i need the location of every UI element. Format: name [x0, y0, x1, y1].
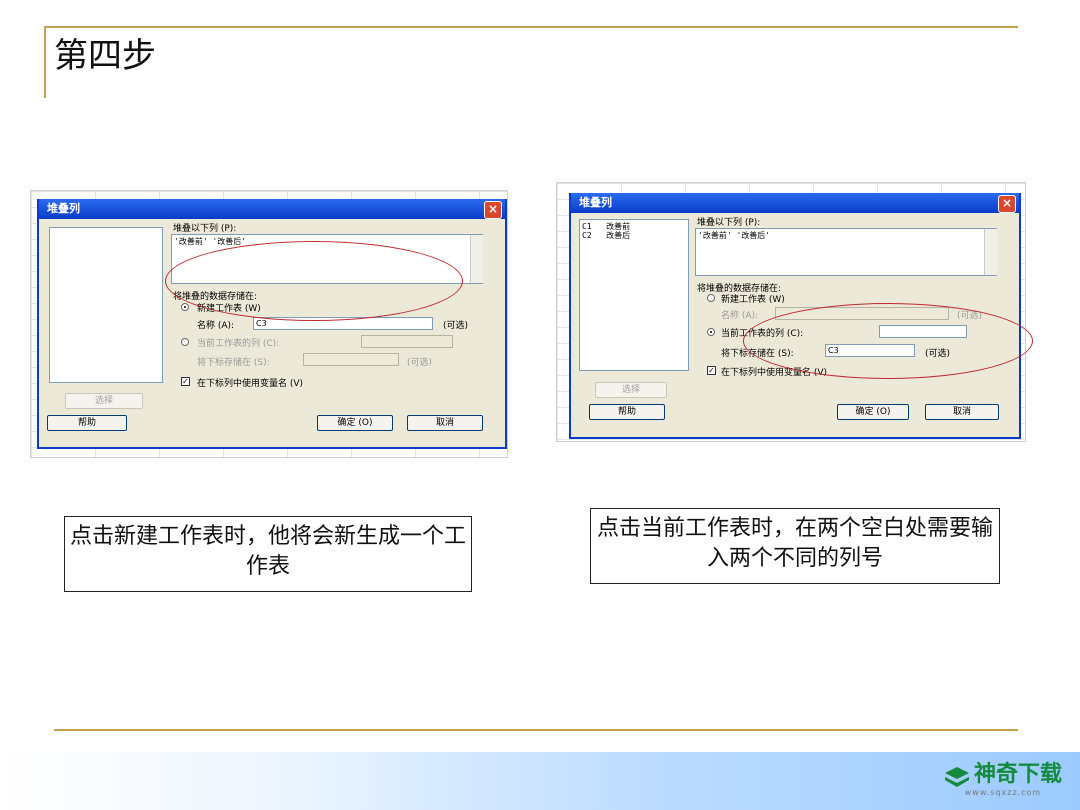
dialog-title: 堆叠列	[39, 199, 505, 219]
bottom-rule	[54, 729, 1018, 731]
close-icon[interactable]: ×	[484, 201, 502, 219]
stack-label: 堆叠以下列 (P):	[697, 218, 761, 228]
new-sheet-radio[interactable]	[707, 294, 715, 302]
optional-label-2: (可选)	[407, 358, 433, 368]
name-label: 名称 (A):	[721, 311, 759, 321]
list-item[interactable]: C2 改善后	[582, 231, 686, 240]
cancel-button[interactable]: 取消	[925, 404, 999, 420]
close-icon[interactable]: ×	[998, 195, 1016, 213]
left-caption: 点击新建工作表时，他将会新生成一个工作表	[64, 516, 472, 592]
new-sheet-radio[interactable]	[181, 303, 189, 311]
new-sheet-label: 新建工作表 (W)	[721, 295, 785, 305]
top-rule	[44, 26, 1018, 28]
stack-input[interactable]: '改善前' '改善后'	[695, 228, 997, 276]
logo-url: www.sqxzz.com	[964, 788, 1042, 797]
variable-list[interactable]: C1 改善前 C2 改善后	[579, 219, 689, 371]
current-sheet-radio[interactable]	[707, 328, 715, 336]
dialog-title: 堆叠列	[571, 193, 1019, 213]
select-button[interactable]: 选择	[65, 393, 143, 409]
name-label: 名称 (A):	[197, 321, 235, 331]
left-screenshot: 堆叠列 × 堆叠以下列 (P): '改善前' '改善后' 将堆叠的数据存储在: …	[30, 190, 508, 458]
use-var-names-checkbox[interactable]: ✓	[707, 366, 716, 375]
help-button[interactable]: 帮助	[589, 404, 665, 420]
footer-band: 神奇下载 www.sqxzz.com	[0, 752, 1080, 810]
ok-button[interactable]: 确定 (O)	[317, 415, 393, 431]
optional-label: (可选)	[443, 321, 469, 331]
logo-mark-icon	[944, 766, 969, 787]
stack-dialog: 堆叠列 × 堆叠以下列 (P): '改善前' '改善后' 将堆叠的数据存储在: …	[37, 199, 507, 449]
current-sheet-input[interactable]	[361, 335, 453, 348]
stack-value: '改善前' '改善后'	[174, 237, 247, 246]
stack-value: '改善前' '改善后'	[698, 231, 771, 240]
logo-text: 神奇下载	[973, 762, 1062, 787]
use-var-names-label: 在下标列中使用变量名 (V)	[197, 379, 304, 389]
highlight-ellipse	[165, 241, 463, 321]
highlight-ellipse	[743, 303, 1033, 379]
scrollbar[interactable]	[470, 235, 483, 283]
right-caption: 点击当前工作表时，在两个空白处需要输入两个不同的列号	[590, 508, 1000, 584]
slide-title: 第四步	[54, 36, 156, 76]
scrollbar[interactable]	[984, 229, 997, 275]
current-sheet-radio[interactable]	[181, 338, 189, 346]
subscript-label: 将下标存储在 (S):	[197, 358, 270, 368]
right-screenshot: 堆叠列 × C1 改善前 C2 改善后 堆叠以下列 (P): '改善前' '改善…	[556, 182, 1033, 442]
use-var-names-checkbox[interactable]: ✓	[181, 377, 190, 386]
current-sheet-label: 当前工作表的列 (C):	[197, 339, 280, 349]
list-item[interactable]: C1 改善前	[582, 222, 686, 231]
stack-label: 堆叠以下列 (P):	[173, 224, 237, 234]
brand-logo: 神奇下载 www.sqxzz.com	[944, 756, 1062, 797]
help-button[interactable]: 帮助	[47, 415, 127, 431]
title-bar-accent	[44, 26, 46, 98]
ok-button[interactable]: 确定 (O)	[837, 404, 909, 420]
subscript-input[interactable]	[303, 353, 399, 366]
variable-list[interactable]	[49, 227, 163, 383]
cancel-button[interactable]: 取消	[407, 415, 483, 431]
select-button[interactable]: 选择	[595, 382, 667, 398]
